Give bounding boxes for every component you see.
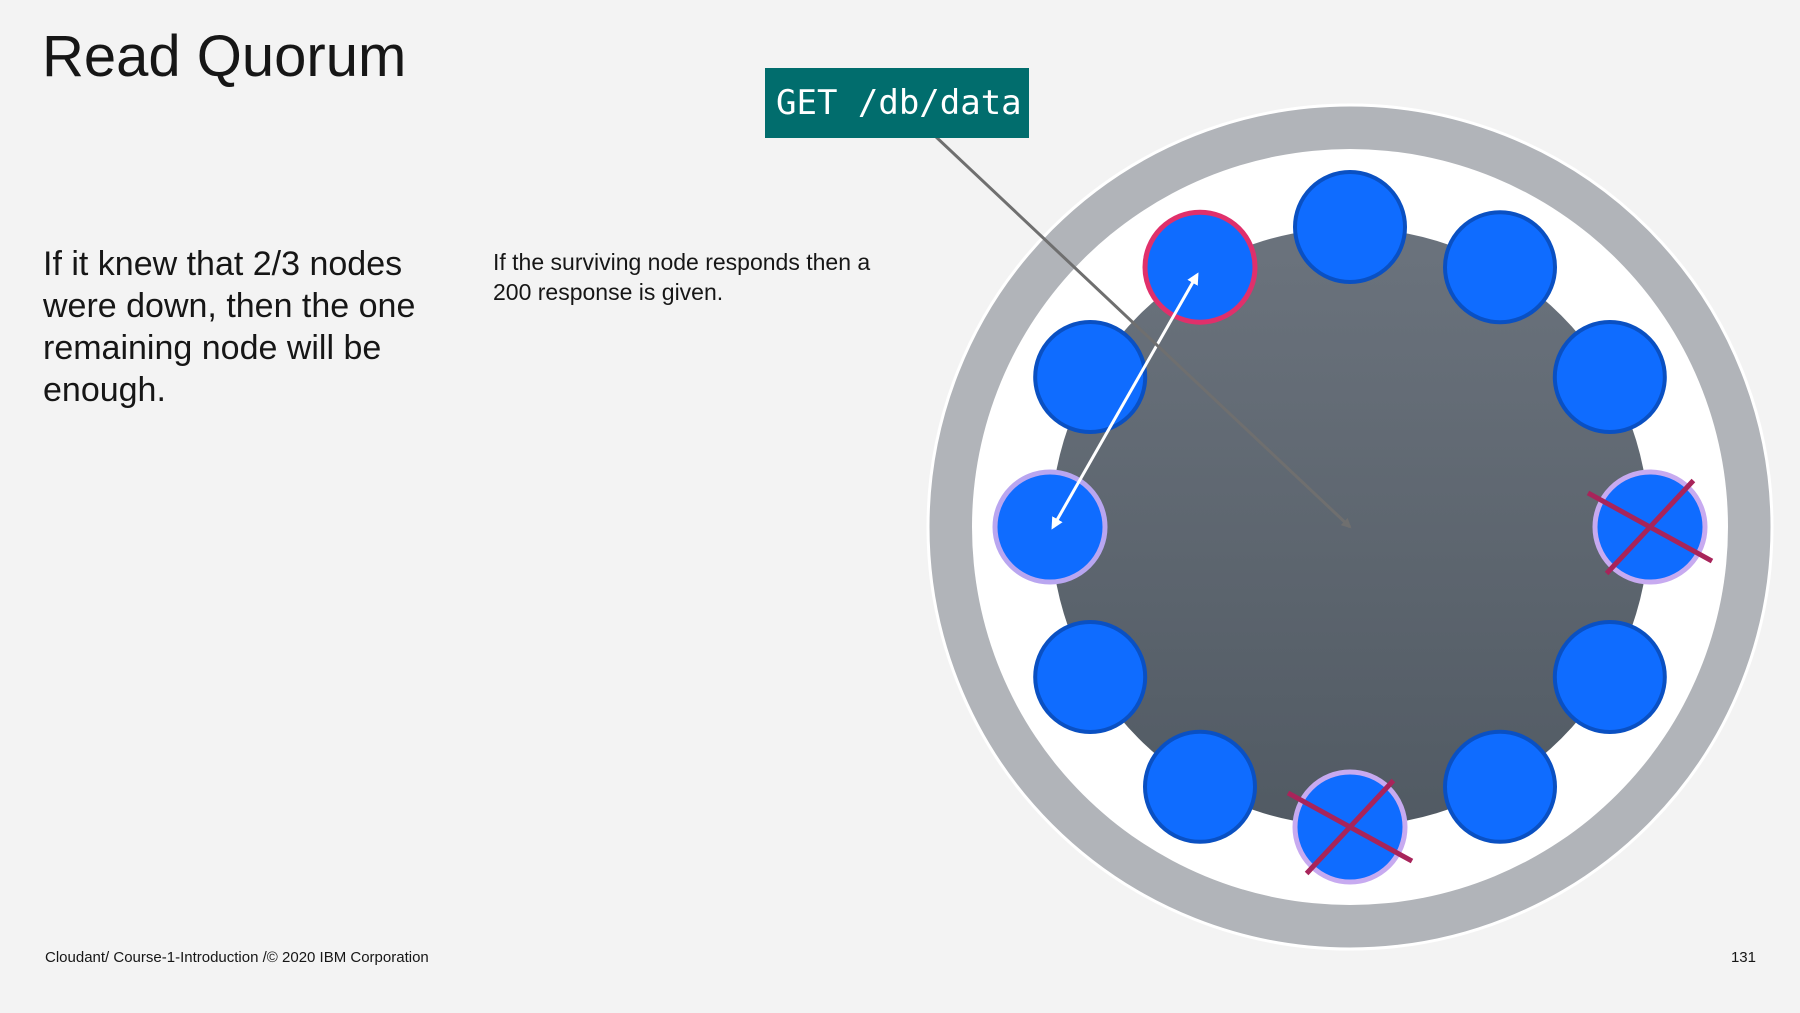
slide: Read Quorum If it knew that 2/3 nodes we… <box>0 0 1800 1013</box>
footer-text: Cloudant/ Course-1-Introduction /© 2020 … <box>45 949 429 966</box>
cluster-diagram <box>898 101 1774 951</box>
page-number: 131 <box>1730 949 1756 966</box>
cluster-node <box>1033 320 1148 434</box>
cluster-node <box>1143 729 1257 844</box>
cluster-node <box>1443 210 1557 325</box>
cluster-node <box>1293 170 1407 284</box>
request-label: GET /db/data <box>776 83 1022 123</box>
cluster-node <box>1552 320 1667 434</box>
coordinator-node <box>992 469 1108 585</box>
request-label-box: GET /db/data <box>765 68 1029 138</box>
cluster-node <box>1552 620 1667 734</box>
responding-node <box>1142 209 1258 325</box>
cluster-node <box>1443 729 1557 844</box>
cluster-node <box>1033 620 1148 734</box>
